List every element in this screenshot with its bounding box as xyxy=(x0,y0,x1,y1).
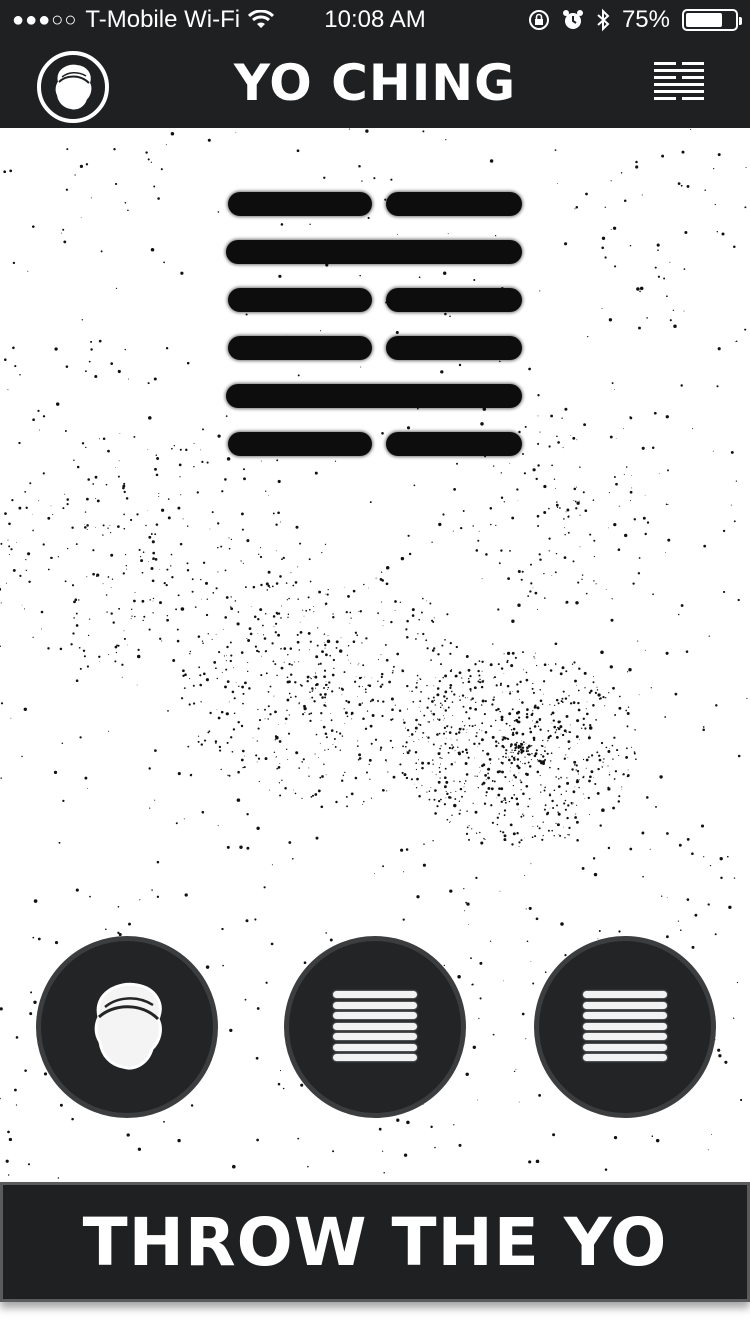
line-segment xyxy=(228,288,372,312)
icon-bar xyxy=(333,1043,417,1051)
hexagram-line-broken xyxy=(226,432,524,456)
app-header: YO CHING xyxy=(0,40,750,128)
alarm-icon xyxy=(562,10,583,29)
icon-bar xyxy=(333,1033,417,1040)
icon-bar xyxy=(583,1001,667,1009)
icon-bar xyxy=(333,1054,417,1061)
icon-bar xyxy=(583,1043,667,1051)
battery-level xyxy=(686,13,722,27)
icon-bar xyxy=(333,1022,417,1030)
hexagram-list-button[interactable] xyxy=(534,936,716,1118)
hexagram-history-button[interactable] xyxy=(284,936,466,1118)
hexagram-line-broken xyxy=(226,336,524,360)
icon-bar xyxy=(333,1001,417,1009)
line-segment xyxy=(386,288,522,312)
profile-circle-button[interactable] xyxy=(36,936,218,1118)
status-bar: ●●●○○ T-Mobile Wi-Fi 10:08 AM 75% xyxy=(0,0,750,40)
bluetooth-icon xyxy=(597,8,610,32)
line-segment xyxy=(386,192,522,216)
hexagram-line-solid xyxy=(226,240,524,264)
rotation-lock-icon xyxy=(528,10,549,30)
hexagram-line-broken xyxy=(226,192,524,216)
battery-icon xyxy=(682,9,742,31)
line-segment xyxy=(228,336,372,360)
battery-percent: 75% xyxy=(621,6,670,33)
icon-bar xyxy=(583,1054,667,1061)
icon-bar xyxy=(333,991,417,998)
line-segment xyxy=(228,192,372,216)
icon-bar xyxy=(583,1012,667,1019)
hexagram-icon xyxy=(333,991,417,1063)
hexagram-menu-icon[interactable] xyxy=(654,62,704,104)
icon-bar xyxy=(583,1022,667,1030)
app-title: YO CHING xyxy=(233,54,517,112)
face-avatar-icon xyxy=(94,982,162,1070)
icon-bar xyxy=(333,1012,417,1019)
icon-bar xyxy=(583,1033,667,1040)
hexagram xyxy=(226,192,524,462)
line-segment xyxy=(226,384,522,408)
line-segment xyxy=(226,240,522,264)
hexagram-line-solid xyxy=(226,384,524,408)
line-segment xyxy=(386,432,522,456)
status-icons: 75% xyxy=(528,6,742,34)
hexagram-icon xyxy=(583,991,667,1063)
icon-bar xyxy=(583,991,667,998)
main-content xyxy=(0,128,750,1182)
line-segment xyxy=(386,336,522,360)
throw-the-yo-button[interactable]: THROW THE YO xyxy=(0,1182,750,1302)
hexagram-line-broken xyxy=(226,288,524,312)
line-segment xyxy=(228,432,372,456)
